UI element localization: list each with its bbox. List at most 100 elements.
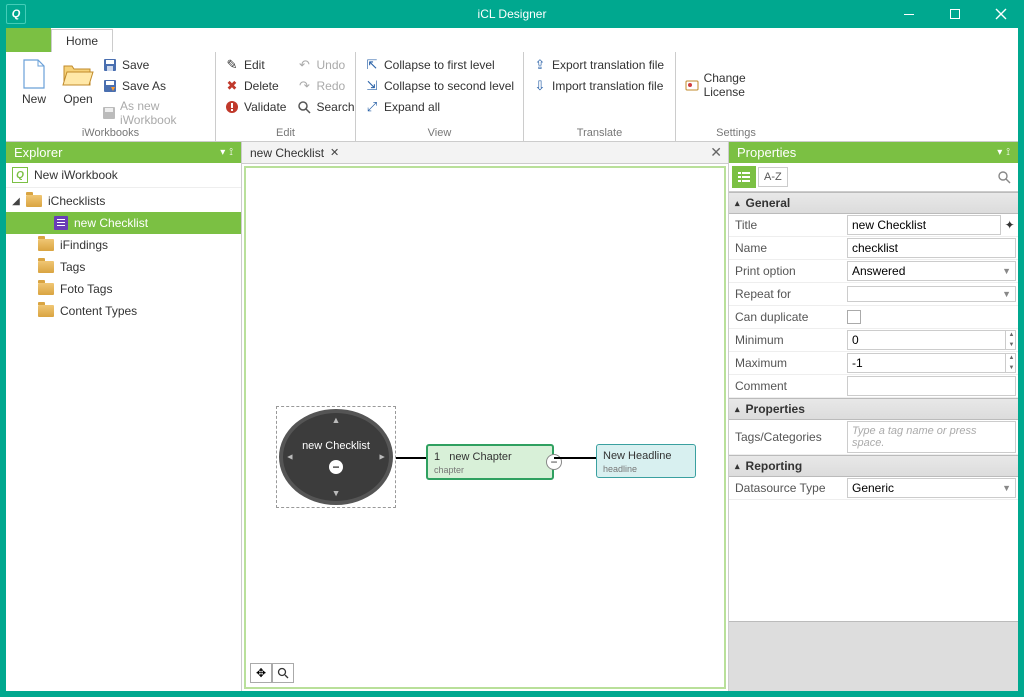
comment-input[interactable] (847, 376, 1016, 396)
name-input[interactable] (847, 238, 1016, 258)
repeat-for-select[interactable]: ▼ (847, 286, 1016, 302)
redo-button[interactable]: ↷Redo (294, 77, 356, 95)
resize-handle-top[interactable]: ▲ (332, 415, 341, 425)
search-button[interactable]: Search (294, 98, 356, 116)
headline-title: New Headline (603, 450, 671, 462)
import-translation-button[interactable]: ⇩Import translation file (530, 77, 666, 95)
explorer-dropdown-icon[interactable]: ▾ (220, 147, 225, 158)
prop-row-tags: Tags/Categories Type a tag name or press… (729, 420, 1018, 455)
pan-tool-button[interactable]: ✥ (250, 663, 272, 683)
folder-icon (38, 305, 54, 317)
change-license-button[interactable]: Change License (682, 70, 790, 100)
folder-icon (38, 239, 54, 251)
edit-button[interactable]: ✎Edit (222, 56, 288, 74)
tree-item-content-types[interactable]: Content Types (6, 300, 241, 322)
puzzle-icon[interactable]: ✦ (1003, 218, 1016, 232)
license-icon (684, 77, 700, 93)
explorer-title: Explorer (14, 145, 62, 160)
new-file-icon (18, 58, 50, 90)
collapse-icon[interactable]: − (329, 460, 343, 474)
save-button[interactable]: Save (100, 56, 209, 74)
close-pane-icon[interactable]: ✕ (710, 144, 722, 161)
as-new-icon (102, 105, 116, 121)
minimum-input[interactable] (847, 330, 1016, 350)
chapter-node[interactable]: 1 new Chapter chapter − (426, 444, 554, 480)
spin-up-icon[interactable]: ▲ (1005, 330, 1017, 340)
file-tab[interactable] (6, 28, 51, 52)
export-translation-button[interactable]: ⇪Export translation file (530, 56, 666, 74)
new-label: New (22, 92, 46, 106)
new-button[interactable]: New (12, 54, 56, 110)
ribbon-group-view: ⇱Collapse to first level ⇲Collapse to se… (356, 52, 524, 141)
export-icon: ⇪ (532, 57, 548, 73)
print-option-select[interactable]: Answered▼ (847, 261, 1016, 281)
explorer-header: Explorer ▾ ⟟ (6, 142, 241, 163)
chapter-number: 1 (434, 451, 440, 463)
tree-item-new-checklist[interactable]: new Checklist (6, 212, 241, 234)
as-new-iworkbook-button[interactable]: As new iWorkbook (100, 98, 209, 128)
save-as-button[interactable]: Save As (100, 77, 209, 95)
maximize-button[interactable] (932, 0, 978, 28)
expand-all-icon: ⤢ (364, 99, 380, 115)
home-tab[interactable]: Home (51, 29, 113, 52)
explorer-pin-icon[interactable]: ⟟ (229, 147, 233, 158)
spin-down-icon[interactable]: ▼ (1005, 340, 1017, 350)
title-input[interactable] (847, 215, 1001, 235)
tree-root[interactable]: Q New iWorkbook (6, 163, 241, 188)
maximum-input[interactable] (847, 353, 1016, 373)
sort-az-button[interactable]: A-Z (758, 167, 788, 187)
delete-button[interactable]: ✖Delete (222, 77, 288, 95)
tree-item-ifindings[interactable]: iFindings (6, 234, 241, 256)
chevron-down-icon: ▼ (1002, 483, 1011, 493)
resize-handle-bottom[interactable]: ▲ (332, 489, 341, 499)
expand-all-button[interactable]: ⤢Expand all (362, 98, 516, 116)
explorer-panel: Explorer ▾ ⟟ Q New iWorkbook ◢ iChecklist… (6, 142, 242, 691)
can-duplicate-checkbox[interactable] (847, 310, 861, 324)
properties-dropdown-icon[interactable]: ▾ (997, 147, 1002, 158)
as-new-label: As new iWorkbook (120, 99, 207, 127)
group-label-translate: Translate (524, 127, 675, 139)
validate-button[interactable]: Validate (222, 98, 288, 116)
designer-canvas[interactable]: ▲ ▲ ▲ ▲ new Checklist − 1 new Chapter ch… (244, 166, 726, 689)
explorer-tree[interactable]: Q New iWorkbook ◢ iChecklists new Checkl… (6, 163, 241, 691)
group-header-reporting[interactable]: ▴Reporting (729, 455, 1018, 477)
close-button[interactable] (978, 0, 1024, 28)
tree-item-ichecklists[interactable]: ◢ iChecklists (6, 190, 241, 212)
document-tab[interactable]: new Checklist ✕ (242, 144, 347, 162)
app-icon: Q (6, 4, 26, 24)
ribbon-group-iworkbooks: New Open Save Save As (6, 52, 216, 141)
properties-grid: ▴General Title ✦ Name Print option Answe… (729, 192, 1018, 621)
group-label-edit: Edit (216, 127, 355, 139)
headline-node[interactable]: New Headline headline (596, 444, 696, 478)
tree-item-tags[interactable]: Tags (6, 256, 241, 278)
properties-pin-icon[interactable]: ⟟ (1006, 147, 1010, 158)
open-button[interactable]: Open (56, 54, 100, 110)
zoom-tool-button[interactable] (272, 663, 294, 683)
checklist-node[interactable]: ▲ ▲ ▲ ▲ new Checklist − (279, 409, 393, 505)
resize-handle-right[interactable]: ▲ (378, 453, 388, 462)
collapse-first-button[interactable]: ⇱Collapse to first level (362, 56, 516, 74)
categorized-view-button[interactable] (732, 166, 756, 188)
spin-down-icon[interactable]: ▼ (1005, 363, 1017, 373)
tags-input[interactable]: Type a tag name or press space. (847, 421, 1016, 453)
expander-icon[interactable]: ◢ (12, 196, 20, 207)
group-label-view: View (356, 127, 523, 139)
group-header-general[interactable]: ▴General (729, 192, 1018, 214)
collapse-second-button[interactable]: ⇲Collapse to second level (362, 77, 516, 95)
titlebar: Q iCL Designer (0, 0, 1024, 28)
resize-handle-left[interactable]: ▲ (284, 453, 294, 462)
ribbon-group-edit: ✎Edit ✖Delete Validate ↶Undo ↷Redo Searc… (216, 52, 356, 141)
collapse-first-icon: ⇱ (364, 57, 380, 73)
prop-row-can-duplicate: Can duplicate (729, 306, 1018, 329)
spin-up-icon[interactable]: ▲ (1005, 353, 1017, 363)
properties-title: Properties (737, 145, 796, 160)
close-tab-icon[interactable]: ✕ (330, 146, 339, 159)
checklist-node-label: new Checklist (302, 440, 370, 452)
undo-button[interactable]: ↶Undo (294, 56, 356, 74)
datasource-type-select[interactable]: Generic▼ (847, 478, 1016, 498)
checklist-node-selection[interactable]: ▲ ▲ ▲ ▲ new Checklist − (276, 406, 396, 508)
minimize-button[interactable] (886, 0, 932, 28)
group-header-properties[interactable]: ▴Properties (729, 398, 1018, 420)
properties-search[interactable] (790, 170, 1015, 184)
tree-item-foto-tags[interactable]: Foto Tags (6, 278, 241, 300)
